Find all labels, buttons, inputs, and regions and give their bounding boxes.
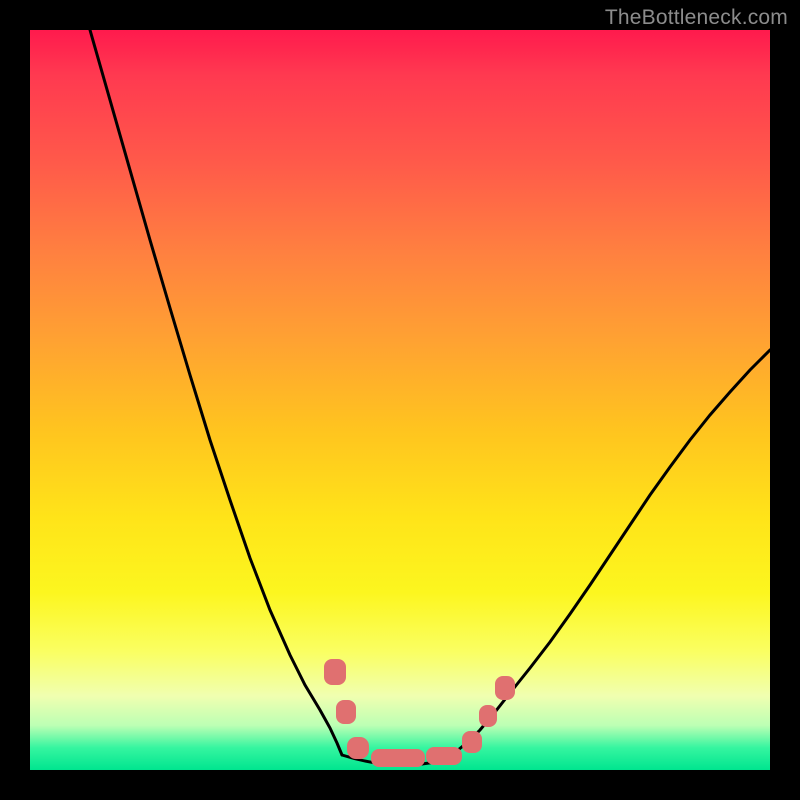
curve-marker — [479, 705, 497, 727]
curve-right-branch — [445, 350, 770, 760]
bottleneck-curve — [90, 30, 770, 765]
curve-marker — [347, 737, 369, 759]
plot-area — [30, 30, 770, 770]
curve-marker — [336, 700, 356, 724]
curve-left-branch — [90, 30, 342, 755]
chart-frame: TheBottleneck.com — [0, 0, 800, 800]
curve-marker — [495, 676, 515, 700]
watermark-text: TheBottleneck.com — [605, 6, 788, 30]
chart-svg — [30, 30, 770, 770]
curve-marker — [462, 731, 482, 753]
curve-marker — [371, 749, 425, 767]
curve-markers — [324, 659, 515, 767]
curve-marker — [324, 659, 346, 685]
curve-marker — [426, 747, 462, 765]
